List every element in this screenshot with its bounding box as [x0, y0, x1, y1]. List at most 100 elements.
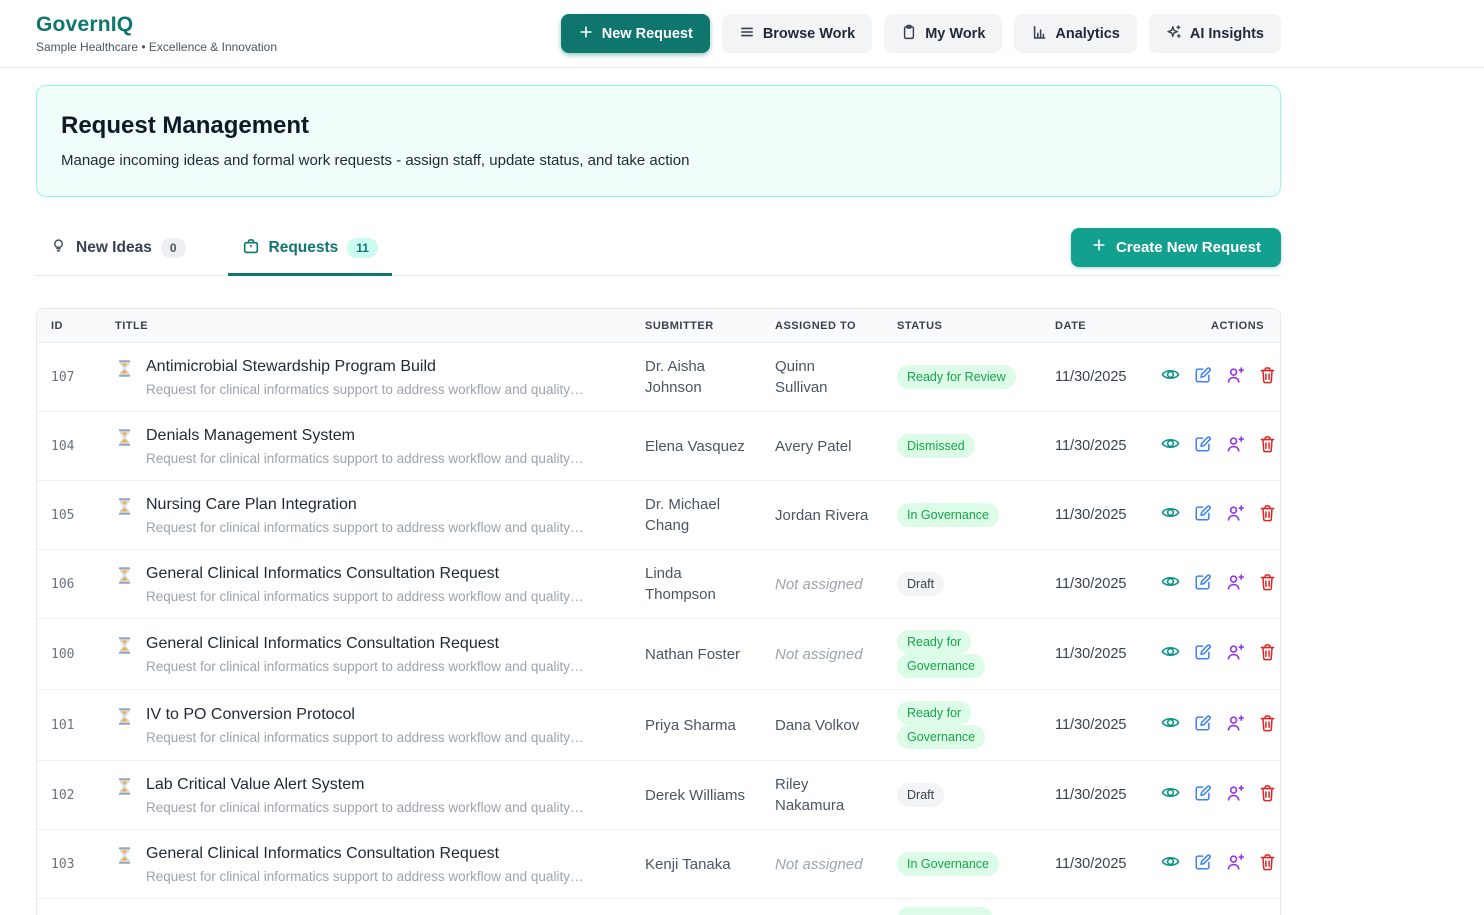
hourglass-icon [115, 426, 134, 452]
assign-button[interactable] [1226, 853, 1245, 871]
request-subtitle: Request for clinical informatics support… [146, 451, 583, 466]
briefcase-icon [242, 237, 260, 260]
tab-requests[interactable]: Requests 11 [228, 225, 392, 276]
main-content: Request Management Manage incoming ideas… [36, 85, 1281, 915]
delete-button[interactable] [1259, 366, 1276, 384]
nav-new-request-button[interactable]: New Request [561, 14, 710, 53]
table-row: 102 Lab Critical Value Alert System Requ… [37, 761, 1280, 830]
tab-label: New Ideas [76, 239, 152, 257]
view-button[interactable] [1161, 784, 1180, 801]
user-plus-icon [1226, 859, 1245, 874]
app-header: GovernIQ Sample Healthcare • Excellence … [0, 0, 1484, 68]
hourglass-icon [115, 705, 134, 731]
assign-button[interactable] [1226, 643, 1245, 661]
assign-button[interactable] [1226, 504, 1245, 522]
request-title[interactable]: Nursing Care Plan Integration [146, 495, 583, 516]
eye-icon [1161, 648, 1180, 663]
submitter-name: Dr. Michael Chang [631, 494, 761, 536]
delete-button[interactable] [1259, 643, 1276, 661]
tab-count-badge: 11 [347, 238, 378, 258]
table-body: 107 Antimicrobial Stewardship Program Bu… [37, 343, 1280, 915]
nav-label: My Work [925, 26, 985, 42]
request-date: 11/30/2025 [1041, 576, 1147, 592]
edit-pencil-icon [1194, 510, 1212, 525]
user-plus-icon [1226, 441, 1245, 456]
trash-icon [1259, 720, 1276, 735]
table-row: 101 IV to PO Conversion Protocol Request… [37, 690, 1280, 761]
delete-button[interactable] [1259, 853, 1276, 871]
tabs: New Ideas 0 Requests 11 [36, 225, 392, 275]
delete-button[interactable] [1259, 504, 1276, 522]
nav-my-work-button[interactable]: My Work [884, 14, 1002, 53]
column-header-status: STATUS [883, 320, 1041, 332]
create-new-request-button[interactable]: Create New Request [1071, 228, 1281, 267]
status-badge: Ready for Governance [897, 630, 985, 678]
edit-pencil-icon [1194, 579, 1212, 594]
table-row: 100 General Clinical Informatics Consult… [37, 619, 1280, 690]
edit-button[interactable] [1194, 573, 1212, 591]
tab-new-ideas[interactable]: New Ideas 0 [36, 225, 200, 276]
row-actions [1161, 573, 1276, 591]
assign-button[interactable] [1226, 366, 1245, 384]
submitter-name: Nathan Foster [631, 644, 761, 665]
assigned-to-name: Not assigned [761, 854, 883, 875]
assigned-to-name: Riley Nakamura [761, 774, 883, 816]
edit-pencil-icon [1194, 790, 1212, 805]
assigned-to-name: Jordan Rivera [761, 505, 883, 526]
assign-button[interactable] [1226, 784, 1245, 802]
trash-icon [1259, 579, 1276, 594]
view-button[interactable] [1161, 573, 1180, 590]
hourglass-icon [115, 357, 134, 383]
delete-button[interactable] [1259, 784, 1276, 802]
request-title[interactable]: General Clinical Informatics Consultatio… [146, 564, 583, 585]
trash-icon [1259, 441, 1276, 456]
trash-icon [1259, 859, 1276, 874]
edit-button[interactable] [1194, 643, 1212, 661]
view-button[interactable] [1161, 714, 1180, 731]
delete-button[interactable] [1259, 714, 1276, 732]
assign-button[interactable] [1226, 573, 1245, 591]
trash-icon [1259, 649, 1276, 664]
tab-label: Requests [269, 239, 339, 257]
edit-button[interactable] [1194, 366, 1212, 384]
assign-button[interactable] [1226, 435, 1245, 453]
view-button[interactable] [1161, 504, 1180, 521]
delete-button[interactable] [1259, 573, 1276, 591]
lightbulb-icon [50, 236, 67, 260]
nav-ai-insights-button[interactable]: AI Insights [1149, 14, 1281, 53]
edit-button[interactable] [1194, 714, 1212, 732]
request-title[interactable]: Denials Management System [146, 426, 583, 447]
assigned-to-name: Quinn Sullivan [761, 356, 883, 398]
tab-count-badge: 0 [161, 238, 186, 258]
submitter-name: Linda Thompson [631, 563, 761, 605]
row-actions [1161, 853, 1276, 871]
view-button[interactable] [1161, 853, 1180, 870]
view-button[interactable] [1161, 435, 1180, 452]
edit-button[interactable] [1194, 435, 1212, 453]
delete-button[interactable] [1259, 435, 1276, 453]
request-title[interactable]: General Clinical Informatics Consultatio… [146, 844, 583, 865]
eye-icon [1161, 371, 1180, 386]
edit-button[interactable] [1194, 853, 1212, 871]
view-button[interactable] [1161, 366, 1180, 383]
user-plus-icon [1226, 510, 1245, 525]
request-id: 101 [37, 718, 101, 733]
request-title[interactable]: IV to PO Conversion Protocol [146, 705, 583, 726]
hourglass-icon [115, 775, 134, 801]
request-title[interactable]: Antimicrobial Stewardship Program Build [146, 357, 583, 378]
trash-icon [1259, 372, 1276, 387]
nav-browse-work-button[interactable]: Browse Work [722, 14, 872, 53]
request-title[interactable]: Lab Critical Value Alert System [146, 775, 583, 796]
nav-analytics-button[interactable]: Analytics [1014, 14, 1136, 53]
view-button[interactable] [1161, 643, 1180, 660]
request-id: 103 [37, 857, 101, 872]
column-header-id: ID [37, 320, 101, 332]
column-header-actions: ACTIONS [1147, 320, 1281, 332]
request-title[interactable]: General Clinical Informatics Consultatio… [146, 634, 583, 655]
edit-button[interactable] [1194, 784, 1212, 802]
column-header-assigned-to: ASSIGNED TO [761, 320, 883, 332]
column-header-submitter: SUBMITTER [631, 320, 761, 332]
nav-label: AI Insights [1190, 26, 1264, 42]
assign-button[interactable] [1226, 714, 1245, 732]
edit-button[interactable] [1194, 504, 1212, 522]
